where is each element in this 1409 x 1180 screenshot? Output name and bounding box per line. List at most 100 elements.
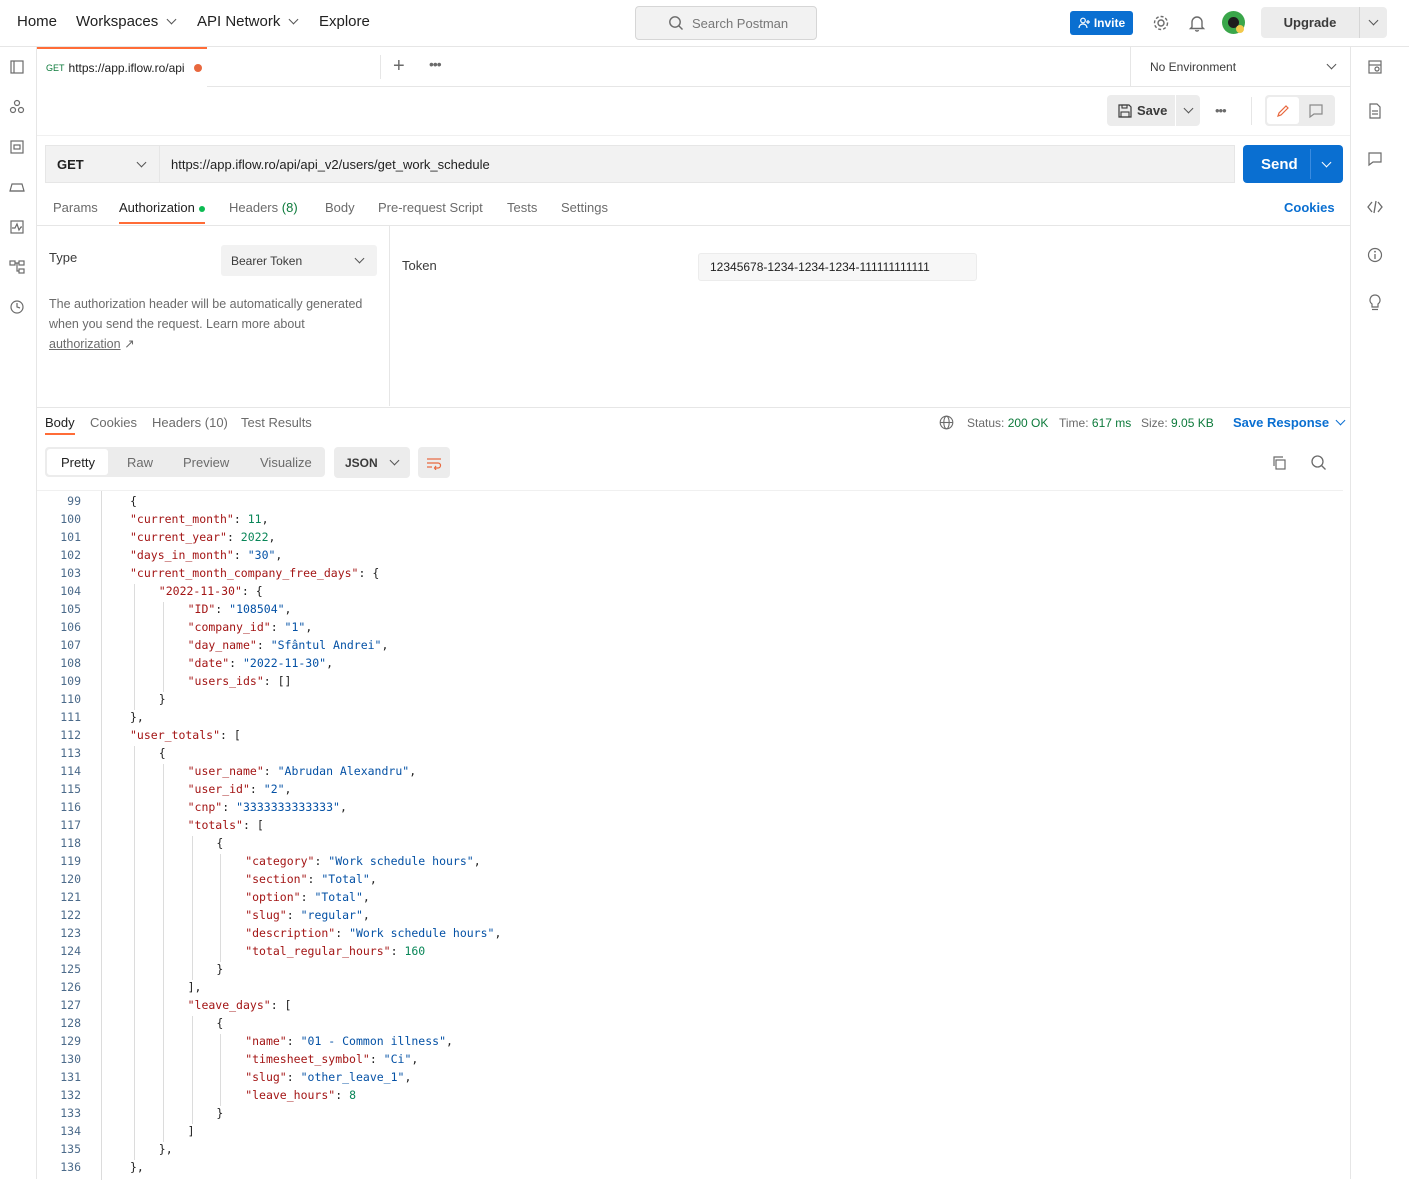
nav-explore[interactable]: Explore [319,13,370,30]
view-visualize[interactable]: Visualize [260,447,312,477]
nav-home[interactable]: Home [17,13,57,30]
line-number: 117 [60,818,81,832]
send-button[interactable]: Send [1243,145,1343,183]
left-sidebar [0,47,37,1179]
send-options-chevron-icon[interactable] [1321,157,1332,168]
more-actions-icon[interactable]: ••• [1215,103,1227,118]
unsaved-dot-icon [193,64,202,72]
token-input[interactable]: 12345678-1234-1234-1234-111111111111 [698,253,977,281]
environment-selector[interactable]: No Environment [1130,47,1351,86]
response-body[interactable]: 99 {100 "current_month": 11, 101 "current_ye… [37,490,1343,1180]
view-preview[interactable]: Preview [183,447,229,477]
indent-guide [162,854,164,872]
environment-quick-look-icon[interactable] [1367,59,1383,75]
indent-guide [134,926,135,944]
tab-body[interactable]: Body [325,200,355,215]
nav-workspaces[interactable]: Workspaces [76,13,177,30]
indent-guide [191,1052,193,1070]
indent-guide [162,944,164,962]
avatar[interactable] [1222,11,1245,34]
invite-button[interactable]: Invite [1070,11,1133,35]
code-line: }, [158,1142,173,1156]
tab-tests[interactable]: Tests [507,200,537,215]
indent-guide [220,944,222,962]
indent-guide [162,836,164,854]
indent-guide [191,944,193,962]
status-label: Status: [967,416,1005,430]
cookies-link[interactable]: Cookies [1284,200,1335,215]
tab-options-icon[interactable]: ••• [429,56,442,72]
globe-icon[interactable] [939,415,954,430]
apis-icon[interactable] [9,99,25,115]
format-select[interactable]: JSON [334,447,410,478]
line-number: 125 [60,962,81,976]
auth-type-select[interactable]: Bearer Token [221,245,377,276]
line-number: 130 [60,1052,81,1066]
url-input[interactable]: https://app.iflow.ro/api/api_v2/users/ge… [160,145,1235,183]
authorization-link[interactable]: authorization [49,337,121,351]
bell-icon[interactable] [1188,14,1206,32]
save-response-button[interactable]: Save Response [1233,415,1346,430]
indent-guide [162,1034,164,1052]
method-select[interactable]: GET [45,145,160,183]
send-divider [1310,149,1311,179]
indent-guide [162,890,164,908]
search-input[interactable]: Search Postman [635,6,817,40]
response-tab-cookies[interactable]: Cookies [90,415,137,430]
lightbulb-icon[interactable] [1367,294,1383,312]
chevron-down-icon[interactable] [1368,15,1379,26]
comments-icon[interactable] [1367,151,1383,167]
response-tab-headers[interactable]: Headers (10) [152,415,228,430]
indent-guide [162,656,164,674]
indent-guide [134,1124,135,1142]
tab-authorization[interactable]: Authorization [119,200,205,215]
save-options-button[interactable] [1176,95,1200,126]
mock-servers-icon[interactable] [9,179,25,195]
tab-settings[interactable]: Settings [561,200,608,215]
documentation-icon[interactable] [1367,103,1383,119]
search-response-icon[interactable] [1310,454,1327,471]
tab-headers[interactable]: Headers (8) [229,200,298,215]
indent-guide [162,602,164,620]
code-line: "users_ids": [] [187,674,292,688]
response-tab-body[interactable]: Body [45,415,75,430]
info-icon[interactable] [1367,247,1383,263]
view-raw[interactable]: Raw [127,447,153,477]
nav-api-network[interactable]: API Network [197,13,299,30]
new-tab-button[interactable]: + [393,56,405,76]
request-tab[interactable]: GET https://app.iflow.ro/api [37,47,207,87]
indent-guide [191,836,193,854]
wrap-lines-button[interactable] [418,447,450,478]
external-link-icon: ↗ [124,337,135,351]
collections-icon[interactable] [9,59,25,75]
view-pretty[interactable]: Pretty [61,447,95,477]
time-label: Time: [1059,416,1089,430]
response-tab-test-results[interactable]: Test Results [241,415,312,430]
code-line: "leave_days": [ [187,998,292,1012]
flows-icon[interactable] [9,259,25,275]
indent-guide [191,962,193,980]
save-button[interactable]: Save [1107,95,1175,126]
search-icon [669,16,683,30]
tab-params[interactable]: Params [53,200,98,215]
indent-guide [134,584,135,602]
chevron-down-icon [1335,415,1346,426]
upgrade-button[interactable]: Upgrade [1261,7,1387,38]
monitors-icon[interactable] [9,219,25,235]
comment-mode-icon[interactable] [1309,104,1323,118]
indent-guide [162,818,164,836]
indent-guide [162,1052,164,1070]
edit-mode-button[interactable] [1267,97,1299,124]
line-number: 119 [60,854,81,868]
history-icon[interactable] [9,299,25,315]
environments-icon[interactable] [9,139,25,155]
copy-icon[interactable] [1271,455,1287,471]
code-line: } [216,962,224,976]
code-line: }, [130,1160,144,1174]
indent-guide [134,602,135,620]
auth-type-value: Bearer Token [231,253,303,268]
code-icon[interactable] [1366,199,1384,215]
gear-icon[interactable] [1152,14,1170,32]
line-number: 124 [60,944,81,958]
tab-pre-request-script[interactable]: Pre-request Script [378,200,483,215]
